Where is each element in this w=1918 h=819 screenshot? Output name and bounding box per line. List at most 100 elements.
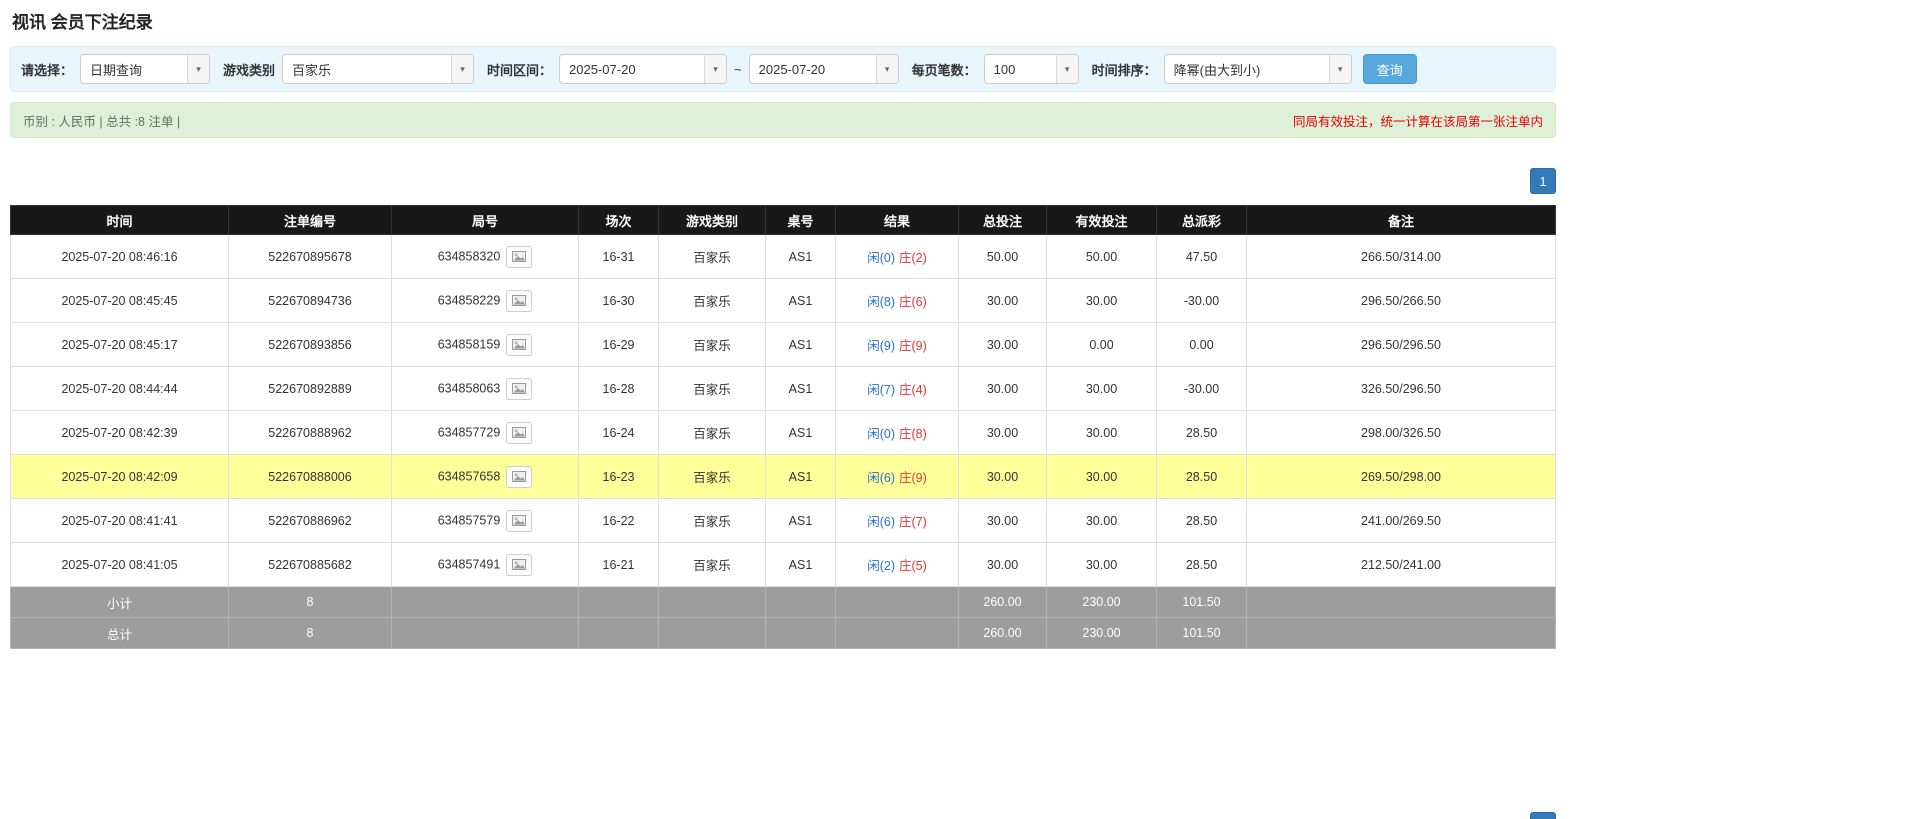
result-cell: 闲(9) 庄(9) (835, 322, 959, 367)
round-cell: 634858063 (391, 366, 579, 411)
total-bet-link[interactable]: 30.00 (958, 278, 1047, 323)
total-bet-link[interactable]: 30.00 (958, 542, 1047, 587)
subtotal-label: 小计 (10, 586, 229, 618)
sort-value: 降幂(由大到小) (1173, 62, 1261, 78)
remark-cell: 241.00/269.50 (1246, 498, 1556, 543)
session-cell: 16-28 (578, 366, 659, 411)
table-row[interactable]: 2025-07-20 08:45:45 522670894736 6348582… (10, 278, 1556, 323)
round-media-icon[interactable] (506, 421, 533, 444)
round-cell: 634858320 (391, 234, 579, 279)
total-row: 总计 8 260.00 230.00 101.50 (10, 617, 1556, 649)
game-type-cell: 百家乐 (658, 322, 766, 367)
time-cell: 2025-07-20 08:45:17 (10, 322, 229, 367)
empty-cell (578, 617, 659, 649)
result-cell: 闲(7) 庄(4) (835, 366, 959, 411)
session-cell: 16-29 (578, 322, 659, 367)
table-row[interactable]: 2025-07-20 08:41:05 522670885682 6348574… (10, 542, 1556, 587)
payout-value: 47.50 (1156, 234, 1247, 279)
time-cell: 2025-07-20 08:45:45 (10, 278, 229, 323)
total-bet-link[interactable]: 30.00 (958, 454, 1047, 499)
game-type-label: 游戏类别 (223, 62, 276, 78)
round-id-value: 634857579 (437, 512, 501, 527)
total-bet-link[interactable]: 30.00 (958, 410, 1047, 455)
round-media-icon[interactable] (506, 333, 533, 356)
header-payout: 总派彩 (1156, 205, 1247, 235)
round-id-value: 634857658 (437, 468, 501, 483)
table-row[interactable]: 2025-07-20 08:44:44 522670892889 6348580… (10, 366, 1556, 411)
game-type-cell: 百家乐 (658, 410, 766, 455)
bet-id-cell: 522670885682 (228, 542, 392, 587)
banker-result: 庄(5) (899, 559, 927, 573)
sort-select[interactable]: 降幂(由大到小) ▾ (1163, 54, 1352, 84)
page-button-1-bottom[interactable]: 1 (1530, 812, 1556, 819)
game-type-value: 百家乐 (292, 62, 332, 78)
game-type-cell: 百家乐 (658, 542, 766, 587)
round-media-icon[interactable] (506, 465, 533, 488)
header-session: 场次 (578, 205, 659, 235)
session-cell: 16-24 (578, 410, 659, 455)
remark-cell: 326.50/296.50 (1246, 366, 1556, 411)
total-bet-link[interactable]: 50.00 (958, 234, 1047, 279)
table-no-cell: AS1 (765, 234, 836, 279)
table-no-cell: AS1 (765, 322, 836, 367)
valid-bet-cell: 30.00 (1046, 278, 1157, 323)
banker-result: 庄(2) (899, 251, 927, 265)
round-media-icon[interactable] (506, 377, 533, 400)
table-row[interactable]: 2025-07-20 08:42:39 522670888962 6348577… (10, 410, 1556, 455)
total-bet-link[interactable]: 30.00 (958, 322, 1047, 367)
page-button-1[interactable]: 1 (1530, 168, 1556, 194)
result-cell: 闲(2) 庄(5) (835, 542, 959, 587)
valid-bet-cell: 30.00 (1046, 498, 1157, 543)
result-cell: 闲(8) 庄(6) (835, 278, 959, 323)
date-from-value: 2025-07-20 (569, 61, 636, 77)
game-type-cell: 百家乐 (658, 454, 766, 499)
payout-value: 28.50 (1156, 498, 1247, 543)
query-button[interactable]: 查询 (1362, 54, 1417, 84)
range-separator: ~ (734, 61, 742, 77)
total-bet-link[interactable]: 30.00 (958, 366, 1047, 411)
game-type-select[interactable]: 百家乐 ▾ (282, 54, 475, 84)
round-id-value: 634858229 (437, 292, 501, 307)
time-range-label: 时间区间： (487, 62, 553, 78)
page-size-value: 100 (993, 61, 1016, 77)
table-row[interactable]: 2025-07-20 08:42:09 522670888006 6348576… (10, 454, 1556, 499)
empty-cell (765, 586, 836, 618)
date-from-select[interactable]: 2025-07-20 ▾ (559, 54, 728, 84)
date-to-select[interactable]: 2025-07-20 ▾ (748, 54, 899, 84)
remark-cell: 269.50/298.00 (1246, 454, 1556, 499)
pagination-top: 1 (10, 168, 1556, 194)
payout-value: -30.00 (1156, 366, 1247, 411)
empty-cell (765, 617, 836, 649)
header-time: 时间 (10, 205, 229, 235)
page-size-label: 每页笔数： (911, 62, 977, 78)
page-size-select[interactable]: 100 ▾ (983, 54, 1079, 84)
time-cell: 2025-07-20 08:46:16 (10, 234, 229, 279)
round-media-icon[interactable] (506, 289, 533, 312)
empty-cell (835, 586, 959, 618)
result-cell: 闲(6) 庄(9) (835, 454, 959, 499)
empty-cell (391, 586, 579, 618)
round-media-icon[interactable] (506, 509, 533, 532)
table-row[interactable]: 2025-07-20 08:41:41 522670886962 6348575… (10, 498, 1556, 543)
total-count: 8 (228, 617, 392, 649)
player-result: 闲(0) (867, 251, 895, 265)
payout-value: 28.50 (1156, 410, 1247, 455)
subtotal-row: 小计 8 260.00 230.00 101.50 (10, 586, 1556, 618)
table-no-cell: AS1 (765, 454, 836, 499)
player-result: 闲(7) (867, 383, 895, 397)
table-row[interactable]: 2025-07-20 08:45:17 522670893856 6348581… (10, 322, 1556, 367)
table-row[interactable]: 2025-07-20 08:46:16 522670895678 6348583… (10, 234, 1556, 279)
pagination-bottom: 1 (1530, 812, 1556, 819)
banker-result: 庄(9) (899, 339, 927, 353)
valid-bet-cell: 30.00 (1046, 542, 1157, 587)
round-cell: 634857729 (391, 410, 579, 455)
total-bet-link[interactable]: 30.00 (958, 498, 1047, 543)
round-cell: 634858159 (391, 322, 579, 367)
time-cell: 2025-07-20 08:41:41 (10, 498, 229, 543)
round-media-icon[interactable] (506, 553, 533, 576)
query-type-value: 日期查询 (90, 62, 143, 78)
round-media-icon[interactable] (506, 245, 533, 268)
query-type-select[interactable]: 日期查询 ▾ (80, 54, 211, 84)
valid-bet-cell: 30.00 (1046, 454, 1157, 499)
subtotal-payout: 101.50 (1156, 586, 1247, 618)
